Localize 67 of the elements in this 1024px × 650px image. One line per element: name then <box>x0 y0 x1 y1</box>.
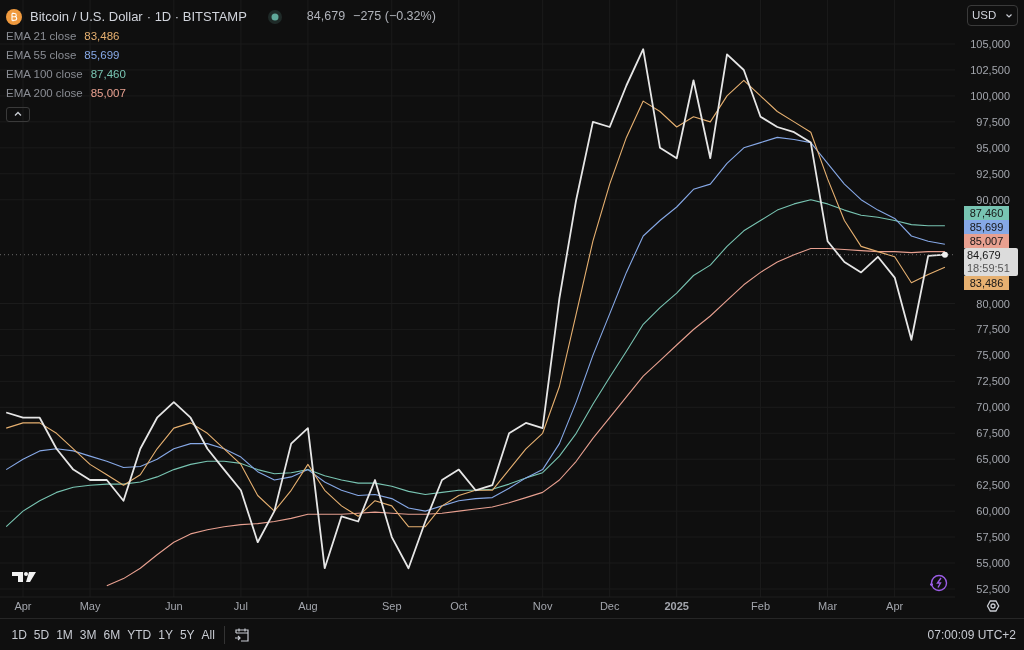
indicator-name[interactable]: EMA 100 close <box>6 64 83 84</box>
price-change: −275 (−0.32%) <box>353 8 436 26</box>
indicator-value: 87,460 <box>90 66 126 82</box>
last-price-value: 84,679 <box>967 248 1002 262</box>
price-label: 95,000 <box>976 141 1010 154</box>
collapse-button[interactable] <box>6 106 30 122</box>
date-label: May <box>79 600 101 612</box>
date-label: Aug <box>298 600 318 612</box>
countdown-timer: 18:59:51 <box>967 261 1011 275</box>
date-label: Oct <box>450 600 468 612</box>
coin-icon <box>6 8 22 25</box>
range-button[interactable]: YTD <box>123 623 155 646</box>
range-button[interactable]: 1M <box>52 623 77 646</box>
date-label: Nov <box>532 600 553 612</box>
lightning-icon[interactable] <box>929 574 948 592</box>
date-label: Apr <box>14 600 32 612</box>
range-button[interactable]: 5D <box>30 623 53 646</box>
indicator-name[interactable]: EMA 21 close <box>6 26 77 46</box>
date-label: 2025 <box>664 600 689 612</box>
date-label: Dec <box>599 600 620 612</box>
price-label: 105,000 <box>970 38 1010 50</box>
range-button[interactable]: 6M <box>100 623 124 646</box>
range-button[interactable]: 1Y <box>154 623 177 646</box>
symbol-name: Bitcoin / U.S. Dollar <box>30 8 143 26</box>
price-label: 77,500 <box>976 323 1010 336</box>
currency-dropdown[interactable]: USD <box>967 5 1018 26</box>
price-label: 67,500 <box>976 427 1010 440</box>
price-label: 72,500 <box>976 375 1010 388</box>
range-button[interactable]: 1D <box>8 623 31 646</box>
price-label: 80,000 <box>976 297 1010 310</box>
date-label: Jun <box>164 600 183 612</box>
price-label: 90,000 <box>976 193 1010 206</box>
date-label: Feb <box>751 600 771 612</box>
price-label: 62,500 <box>976 479 1010 492</box>
date-label: Jul <box>233 600 248 612</box>
indicator-name[interactable]: EMA 55 close <box>6 45 77 65</box>
indicator-name[interactable]: EMA 200 close <box>6 83 83 103</box>
price-label: 52,500 <box>976 582 1010 595</box>
chevron-icon <box>13 111 23 117</box>
last-price: 84,679 <box>306 8 346 26</box>
price-label: 102,500 <box>970 63 1010 76</box>
price-label: 55,000 <box>976 557 1010 569</box>
indicator-value: 83,486 <box>84 28 120 44</box>
range-button[interactable]: 5Y <box>176 623 199 646</box>
price-label: 70,000 <box>976 401 1010 414</box>
date-label: Mar <box>818 600 838 612</box>
date-label: Sep <box>381 600 402 612</box>
price-label: 92,500 <box>976 167 1010 180</box>
last-price-dot <box>941 251 948 258</box>
logo-icon[interactable] <box>12 572 36 582</box>
clock: 07:00:09 UTC+2 <box>927 626 1016 644</box>
price-label: 65,000 <box>976 453 1010 466</box>
range-button[interactable]: All <box>198 623 219 646</box>
indicator-value: 85,007 <box>90 85 126 101</box>
price-label: 97,500 <box>976 115 1010 128</box>
indicator-value: 85,699 <box>84 47 120 63</box>
settings-icon[interactable] <box>986 600 1000 612</box>
market-status-icon[interactable] <box>266 8 283 25</box>
price-label: 57,500 <box>976 531 1010 544</box>
symbol-details: · 1D · BITSTAMP <box>146 8 247 26</box>
range-button[interactable]: 3M <box>76 623 101 646</box>
indicator-price-tag: 87,460 <box>964 205 1009 220</box>
price-label: 60,000 <box>976 505 1010 518</box>
price-label: 100,000 <box>970 89 1010 102</box>
price-label: 75,000 <box>976 349 1010 362</box>
date-label: Apr <box>886 600 904 612</box>
caret-icon <box>1005 12 1013 19</box>
